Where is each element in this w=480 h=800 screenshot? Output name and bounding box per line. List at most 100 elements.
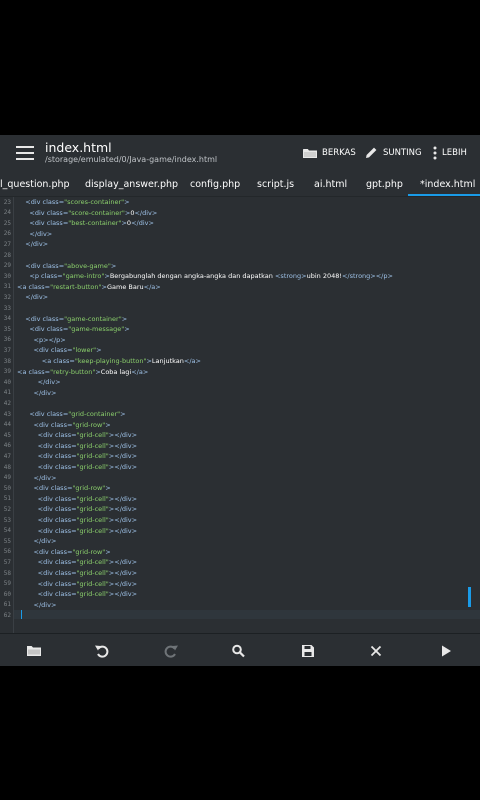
tab-index-html[interactable]: *index.html: [420, 179, 475, 190]
line-number: 56: [3, 548, 11, 556]
close-icon: [370, 645, 382, 657]
line-number: 29: [3, 262, 11, 270]
code-line: <div class="grid-cell"></div>: [17, 431, 137, 439]
line-number: 40: [3, 378, 11, 386]
code-token: "game-container": [64, 314, 122, 323]
code-token: </a>: [131, 367, 149, 376]
code-token: <div class=: [17, 484, 73, 493]
tab-question-php[interactable]: l_question.php: [0, 179, 70, 190]
code-token: "grid-cell": [76, 452, 109, 461]
code-token: ></div>: [108, 463, 138, 471]
code-line: <div class="grid-row">: [17, 548, 111, 556]
line-number: 52: [3, 505, 11, 513]
code-line: </div>: [17, 240, 48, 248]
app-bar: index.html /storage/emulated/0/Java-game…: [0, 135, 480, 173]
lebih-button[interactable]: LEBIH: [433, 145, 467, 161]
code-line: <a class="restart-button">Game Baru</a>: [17, 283, 161, 291]
tab-config-php[interactable]: config.php: [190, 179, 240, 190]
code-token: "grid-cell": [76, 494, 109, 503]
line-number: 27: [3, 240, 11, 248]
code-line: <div class="best-container">0</div>: [17, 219, 154, 227]
code-token: <div class=: [17, 410, 69, 418]
code-token: "grid-cell": [76, 431, 109, 440]
redo-button[interactable]: [163, 643, 179, 658]
code-token: "grid-cell": [76, 558, 109, 567]
code-token: "game-message": [68, 325, 125, 334]
code-line: <div class="grid-cell"></div>: [17, 516, 137, 524]
code-line: </div>: [17, 230, 52, 238]
line-number: 53: [3, 516, 11, 524]
menu-button[interactable]: [16, 146, 34, 160]
save-button[interactable]: [300, 643, 316, 657]
code-line: <a class="keep-playing-button">Lanjutkan…: [17, 357, 201, 365]
berkas-button[interactable]: BERKAS: [303, 145, 356, 161]
code-token: "restart-button": [50, 282, 102, 291]
code-token: Bergabunglah dengan angka-angka dan dapa…: [109, 272, 275, 281]
code-line: <div class="scores-container">: [17, 198, 129, 206]
line-number: 47: [3, 452, 11, 460]
search-button[interactable]: [231, 643, 247, 658]
code-line: </div>: [17, 378, 61, 386]
code-token: <div class=: [17, 547, 73, 556]
code-token: </div>: [17, 378, 61, 387]
code-token: ></div>: [108, 431, 138, 440]
code-line: <div class="game-container">: [17, 315, 127, 323]
scroll-thumb[interactable]: [468, 587, 471, 607]
tab-display-answer-php[interactable]: display_answer.php: [85, 179, 178, 190]
close-button[interactable]: [368, 643, 384, 657]
tab-gpt-php[interactable]: gpt.php: [366, 179, 403, 190]
code-token: "grid-row": [72, 484, 106, 493]
code-token: ></div>: [108, 494, 138, 503]
open-file-button[interactable]: [26, 643, 42, 657]
code-token: <div class=: [17, 431, 77, 440]
code-token: "grid-cell": [76, 505, 109, 514]
code-token: </div>: [17, 388, 57, 397]
code-line: <a class="retry-button">Coba lagi</a>: [17, 368, 148, 376]
tab-ai-html[interactable]: ai.html: [314, 179, 347, 190]
code-line: <div class="grid-cell"></div>: [17, 452, 137, 460]
code-token: "grid-cell": [76, 590, 109, 599]
line-number: 51: [3, 495, 11, 503]
file-path: /storage/emulated/0/Java-game/index.html: [45, 155, 218, 164]
line-number: 46: [3, 442, 11, 450]
line-number: 28: [3, 251, 11, 259]
code-token: </a>: [143, 282, 161, 291]
code-token: >: [121, 314, 128, 323]
tab-script-js[interactable]: script.js: [257, 179, 294, 190]
sunting-button[interactable]: SUNTING: [364, 145, 422, 161]
more-vertical-icon: [433, 146, 437, 160]
berkas-label: BERKAS: [322, 148, 356, 158]
code-token: "retry-button": [50, 367, 96, 376]
code-token: <div class=: [17, 579, 77, 588]
code-token: Coba lagi: [100, 367, 132, 376]
code-line: </div>: [17, 600, 57, 609]
code-token: "grid-cell": [76, 579, 109, 588]
code-token: <p></p>: [17, 335, 66, 344]
save-icon: [302, 645, 314, 657]
line-number: 42: [3, 399, 11, 407]
code-token: <div class=: [17, 441, 77, 450]
gutter-divider: [13, 197, 14, 633]
code-token: >: [105, 547, 111, 556]
search-icon: [232, 644, 245, 658]
code-editor[interactable]: 23 <div class="scores-container"> 24 <div…: [0, 197, 480, 633]
code-line: <div class="grid-container">: [17, 410, 125, 418]
code-line: <div class="grid-cell"></div>: [17, 590, 137, 598]
code-token: </a>: [183, 357, 201, 365]
line-number: 61: [3, 601, 11, 609]
line-number: 33: [3, 304, 11, 312]
undo-button[interactable]: [94, 643, 110, 658]
code-token: </strong></p>: [341, 272, 393, 281]
code-token: ></div>: [108, 441, 138, 450]
code-token: "above-game": [64, 261, 111, 270]
run-button[interactable]: [438, 643, 454, 657]
code-token: "grid-cell": [76, 441, 109, 450]
line-number: 39: [3, 368, 11, 376]
code-line: <div class="grid-row">: [17, 421, 111, 429]
code-line: <div class="game-message">: [17, 325, 129, 334]
code-token: </div>: [17, 600, 57, 609]
code-token: ></div>: [108, 452, 138, 461]
code-line: <div class="grid-row">: [17, 484, 111, 492]
line-number: 26: [3, 230, 11, 238]
code-line: <div class="lower">: [17, 346, 102, 354]
